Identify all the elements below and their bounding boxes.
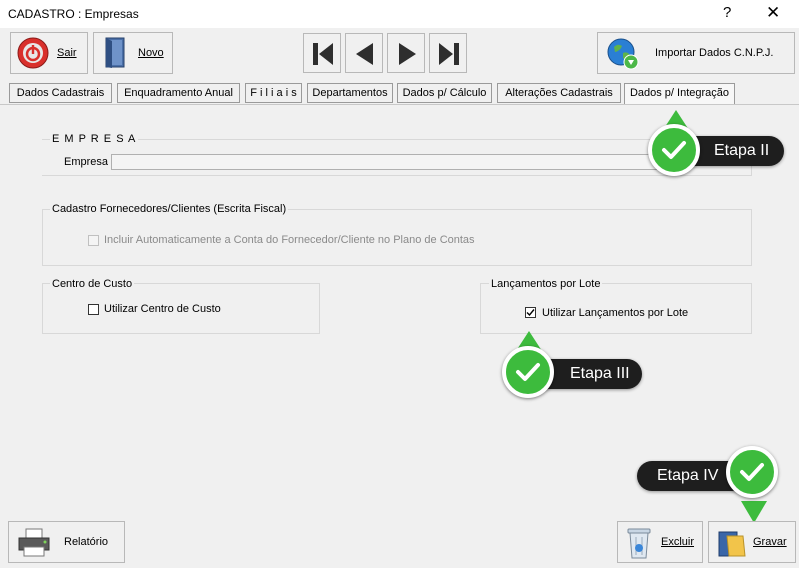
- check-icon: [516, 363, 540, 381]
- check-icon: [740, 463, 764, 481]
- lotes-label: Utilizar Lançamentos por Lote: [542, 307, 689, 319]
- checkmark-icon: [526, 309, 535, 317]
- importar-cnpj-button[interactable]: Importar Dados C.N.P.J.: [597, 32, 795, 74]
- excluir-label: Excluir: [661, 536, 695, 548]
- globe-download-icon: [606, 37, 640, 74]
- etapa4-label: Etapa IV: [657, 467, 719, 484]
- incluir-conta-checkbox[interactable]: [88, 235, 99, 246]
- last-record-button[interactable]: [429, 33, 467, 73]
- lotes-checkbox[interactable]: [525, 307, 536, 318]
- tab-dados-integracao[interactable]: Dados p/ Integração: [624, 83, 735, 105]
- help-button[interactable]: ?: [723, 4, 731, 21]
- fornecedores-group-label: Cadastro Fornecedores/Clientes (Escrita …: [50, 203, 289, 215]
- previous-record-button[interactable]: [345, 33, 383, 73]
- novo-label: Novo: [138, 47, 164, 59]
- empresa-group-label: E M P R E S A: [50, 133, 139, 145]
- relatorio-button[interactable]: Relatório: [8, 521, 125, 563]
- excluir-button[interactable]: Excluir: [617, 521, 703, 563]
- gravar-label: Gravar: [753, 536, 787, 548]
- etapa3-label: Etapa III: [570, 365, 630, 382]
- tab-alteracoes-cadastrais[interactable]: Alterações Cadastrais: [497, 83, 621, 103]
- close-button[interactable]: ✕: [766, 3, 780, 23]
- lotes-group-label: Lançamentos por Lote: [489, 278, 603, 290]
- empresa-field-label: Empresa: [64, 156, 109, 168]
- sair-button[interactable]: Sair: [10, 32, 88, 74]
- gravar-button[interactable]: Gravar: [708, 521, 796, 563]
- trash-icon: [626, 526, 652, 563]
- centro-custo-checkbox[interactable]: [88, 304, 99, 315]
- tab-filiais[interactable]: F i l i a i s: [245, 83, 302, 103]
- first-icon: [313, 43, 333, 65]
- tab-panel-border: [0, 104, 799, 105]
- window-title: CADASTRO : Empresas: [8, 7, 139, 21]
- title-bar: CADASTRO : Empresas ? ✕: [0, 0, 799, 28]
- new-document-icon: [104, 37, 128, 72]
- last-icon: [439, 43, 459, 65]
- etapa4-check-badge: [726, 446, 778, 498]
- centro-custo-label: Utilizar Centro de Custo: [104, 303, 221, 315]
- previous-icon: [356, 43, 373, 65]
- tab-departamentos[interactable]: Departamentos: [307, 83, 393, 103]
- printer-icon: [17, 528, 51, 561]
- empresa-field[interactable]: [111, 154, 671, 170]
- incluir-conta-label: Incluir Automaticamente a Conta do Forne…: [104, 234, 475, 246]
- next-record-button[interactable]: [387, 33, 425, 73]
- novo-button[interactable]: Novo: [93, 32, 173, 74]
- tab-dados-cadastrais[interactable]: Dados Cadastrais: [9, 83, 112, 103]
- etapa2-check-badge: [648, 124, 700, 176]
- check-icon: [662, 141, 686, 159]
- next-icon: [399, 43, 416, 65]
- etapa3-check-badge: [502, 346, 554, 398]
- sair-label: Sair: [57, 47, 77, 59]
- power-icon: [17, 37, 49, 72]
- centro-custo-group-label: Centro de Custo: [50, 278, 135, 290]
- etapa2-label: Etapa II: [714, 142, 770, 159]
- tab-enquadramento-anual[interactable]: Enquadramento Anual: [117, 83, 240, 103]
- folder-icon: [717, 528, 747, 561]
- relatorio-label: Relatório: [64, 536, 109, 548]
- tab-dados-calculo[interactable]: Dados p/ Cálculo: [397, 83, 492, 103]
- importar-label: Importar Dados C.N.P.J.: [655, 47, 774, 59]
- etapa4-pointer: [741, 501, 767, 523]
- first-record-button[interactable]: [303, 33, 341, 73]
